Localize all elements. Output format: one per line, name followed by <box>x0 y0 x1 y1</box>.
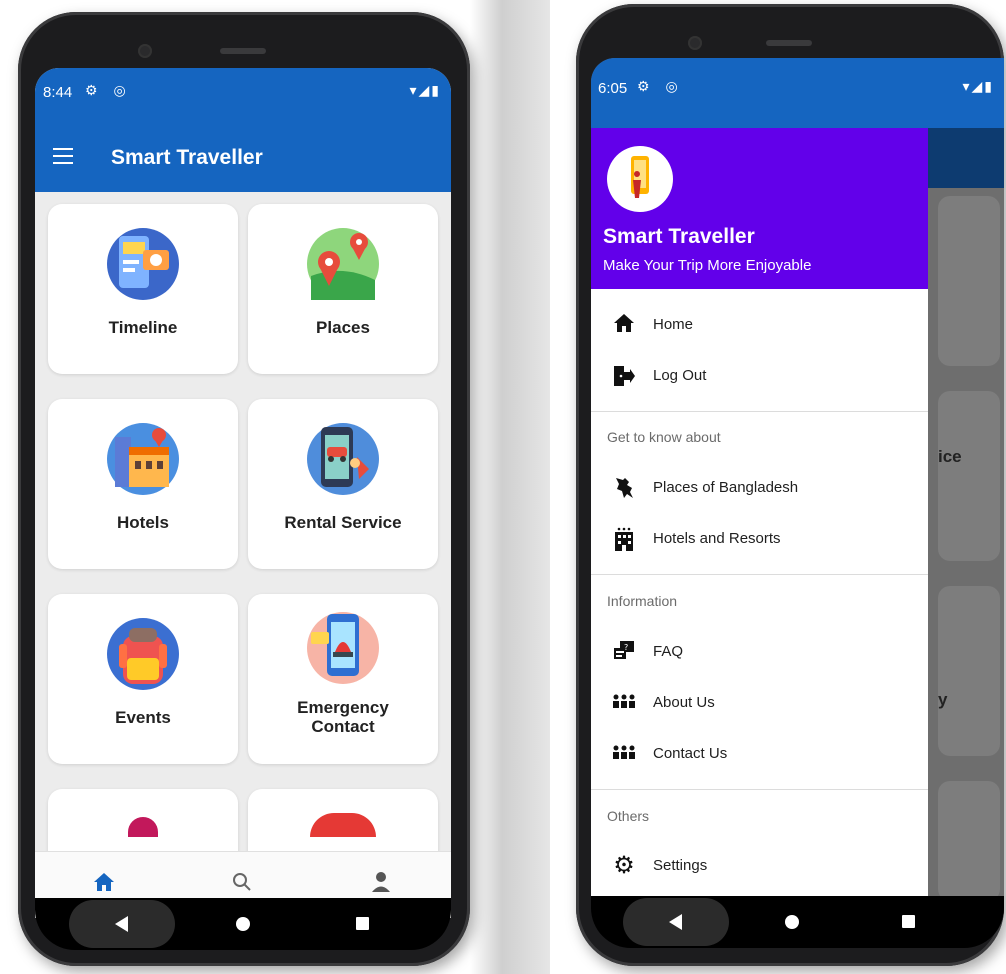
card-label: Events <box>115 708 171 727</box>
drawer-item-settings[interactable]: ⚙ Settings <box>591 844 928 888</box>
card-places[interactable]: Places <box>248 204 438 374</box>
system-nav-bar <box>35 898 451 950</box>
section-header: Get to know about <box>607 429 721 445</box>
dimmed-card <box>938 196 1000 366</box>
card-label: Hotels <box>117 513 169 532</box>
card-rental-service[interactable]: Rental Service <box>248 399 438 569</box>
back-icon[interactable] <box>115 916 128 932</box>
drawer-item-label: Home <box>653 316 694 333</box>
home-icon <box>611 313 637 337</box>
app-title: Smart Traveller <box>111 146 263 169</box>
home-icon[interactable] <box>93 872 115 892</box>
dimmed-app-bar <box>928 128 1004 188</box>
search-icon[interactable] <box>232 872 252 892</box>
avatar <box>607 146 673 212</box>
bangladesh-map-icon <box>611 476 637 500</box>
drawer-item-about-us[interactable]: About Us <box>591 681 928 725</box>
screen-left: 8:44 ⚙ ◎ ▾◢▮ Smart Traveller Timeline Pl… <box>35 68 451 918</box>
hotel-icon <box>107 423 179 495</box>
drawer-item-label: Contact Us <box>653 745 728 762</box>
recents-icon[interactable] <box>902 915 915 928</box>
drawer-item-label: About Us <box>653 694 715 711</box>
drawer-item-label: Hotels and Resorts <box>653 530 781 547</box>
partial-icon <box>310 813 376 837</box>
drawer-header: Smart Traveller Make Your Trip More Enjo… <box>591 128 928 289</box>
drawer-scrim[interactable]: ice y <box>928 128 1004 896</box>
drawer-item-label: Settings <box>653 857 708 874</box>
backpack-icon <box>107 618 179 690</box>
card-label: Rental Service <box>284 513 402 532</box>
navigation-drawer: Smart Traveller Make Your Trip More Enjo… <box>591 128 928 896</box>
rental-car-icon <box>307 423 379 495</box>
faq-icon: ? <box>611 640 637 664</box>
section-header: Information <box>607 593 678 609</box>
category-grid: Timeline Places Hotels Rental Service Ev… <box>35 192 451 918</box>
status-bar: 8:44 ⚙ ◎ ▾◢▮ <box>35 68 451 126</box>
card-label: Emergency Contact <box>248 698 438 736</box>
dimmed-card-text: y <box>938 690 948 709</box>
drawer-subtitle: Make Your Trip More Enjoyable <box>603 257 812 274</box>
recents-icon[interactable] <box>356 917 369 930</box>
status-notification-icons: ⚙ ◎ <box>85 82 132 98</box>
drawer-item-faq[interactable]: ? FAQ <box>591 630 928 674</box>
drawer-item-home[interactable]: Home <box>591 303 928 347</box>
logout-icon <box>611 364 637 388</box>
phone-right: 6:05 ⚙ ◎ ▾◢▮ ice y Smart Traveller Make <box>576 4 1004 966</box>
phone-left: 8:44 ⚙ ◎ ▾◢▮ Smart Traveller Timeline Pl… <box>18 12 470 966</box>
drawer-item-label: Log Out <box>653 367 707 384</box>
partial-icon <box>128 817 158 837</box>
home-button-icon[interactable] <box>236 917 250 931</box>
status-bar: 6:05 ⚙ ◎ ▾◢▮ <box>591 58 1004 128</box>
person-icon[interactable] <box>371 871 391 893</box>
card-timeline[interactable]: Timeline <box>48 204 238 374</box>
card-emergency-contact[interactable]: Emergency Contact <box>248 594 438 764</box>
drawer-item-log-out[interactable]: Log Out <box>591 354 928 398</box>
drawer-item-label: FAQ <box>653 643 684 660</box>
background-strip <box>470 0 550 974</box>
dimmed-card-text: ice <box>938 447 962 466</box>
drawer-item-hotels-and-resorts[interactable]: Hotels and Resorts <box>591 517 928 561</box>
card-hotels[interactable]: Hotels <box>48 399 238 569</box>
back-icon[interactable] <box>669 914 682 930</box>
card-label: Timeline <box>108 318 178 337</box>
svg-text:?: ? <box>624 643 628 652</box>
gear-icon: ⚙ <box>613 852 635 879</box>
phone-camera <box>688 36 702 50</box>
divider <box>591 411 928 412</box>
dimmed-card: y <box>938 586 1000 756</box>
building-icon <box>611 527 637 551</box>
drawer-title: Smart Traveller <box>603 225 755 248</box>
card-events[interactable]: Events <box>48 594 238 764</box>
section-header: Others <box>607 808 650 824</box>
divider <box>591 574 928 575</box>
menu-icon[interactable] <box>53 148 73 164</box>
status-notification-icons: ⚙ ◎ <box>637 78 684 94</box>
siren-phone-icon <box>307 612 379 684</box>
status-signal-battery-icon: ▾◢▮ <box>962 78 994 94</box>
dimmed-card: ice <box>938 391 1000 561</box>
screen-right: 6:05 ⚙ ◎ ▾◢▮ ice y Smart Traveller Make <box>591 58 1004 896</box>
group-icon <box>611 742 637 766</box>
card-label-line: Contact <box>311 717 375 736</box>
phone-speaker <box>220 48 266 54</box>
drawer-item-label: Places of Bangladesh <box>653 479 799 496</box>
status-time: 8:44 <box>43 84 73 101</box>
drawer-item-contact-us[interactable]: Contact Us <box>591 732 928 776</box>
phone-speaker <box>766 40 812 46</box>
status-signal-battery-icon: ▾◢▮ <box>409 82 441 98</box>
group-icon <box>611 691 637 715</box>
home-button-icon[interactable] <box>785 915 799 929</box>
timeline-icon <box>107 228 179 300</box>
card-label-line: Emergency <box>297 698 389 717</box>
app-bar: Smart Traveller <box>35 126 451 192</box>
drawer-item-places-of-bangladesh[interactable]: Places of Bangladesh <box>591 466 928 510</box>
system-nav-bar <box>591 896 1004 948</box>
dimmed-card <box>938 781 1000 896</box>
divider <box>591 789 928 790</box>
phone-camera <box>138 44 152 58</box>
map-pin-icon <box>307 228 379 300</box>
status-time: 6:05 <box>598 80 628 97</box>
card-label: Places <box>316 318 370 337</box>
